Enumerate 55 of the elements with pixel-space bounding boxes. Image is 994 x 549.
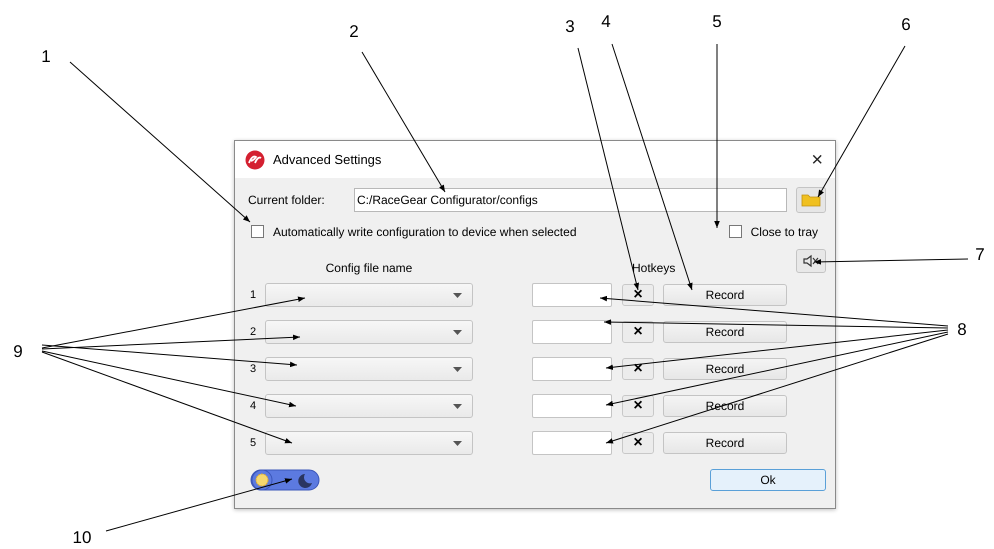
hotkey-field[interactable] (532, 394, 612, 418)
checkbox[interactable] (251, 225, 264, 238)
row-number: 3 (249, 363, 258, 375)
theme-toggle[interactable] (250, 469, 320, 491)
callout-number: 4 (601, 13, 611, 31)
row-number: 2 (249, 326, 258, 338)
row-number: 1 (249, 289, 258, 301)
callout-number: 9 (13, 343, 23, 361)
folder-field[interactable]: C:/RaceGear Configurator/configs (354, 188, 787, 212)
hotkey-field[interactable] (532, 320, 612, 344)
checkbox[interactable] (728, 225, 742, 238)
record-button[interactable]: Record (663, 284, 787, 306)
column-header: Hotkeys (632, 261, 676, 275)
config-dropdown[interactable] (265, 320, 473, 344)
clear-button[interactable]: × (622, 284, 654, 306)
record-button[interactable]: Record (663, 432, 787, 454)
record-button[interactable]: Record (663, 358, 787, 380)
callout-number: 1 (41, 48, 51, 66)
row-number: 5 (249, 437, 258, 449)
clear-button[interactable]: × (622, 432, 654, 454)
callout-number: 2 (349, 23, 359, 41)
checkbox-label: Automatically write configuration to device when selected (273, 224, 576, 238)
dropdown-caret-icon (453, 366, 462, 372)
callout-number: 5 (712, 13, 722, 31)
record-button[interactable]: Record (663, 321, 787, 343)
column-header: Config file name (324, 261, 414, 275)
checkbox-label: Close to tray (750, 224, 818, 238)
folder-label: Current folder: (248, 193, 326, 207)
callout-number: 6 (901, 16, 911, 34)
config-dropdown[interactable] (265, 283, 473, 307)
dropdown-caret-icon (453, 292, 462, 298)
muted-speaker-icon (802, 254, 820, 268)
clear-button[interactable]: × (622, 395, 654, 417)
config-dropdown[interactable] (265, 394, 473, 418)
dropdown-caret-icon (453, 440, 462, 446)
row-number: 4 (249, 400, 258, 412)
hotkey-field[interactable] (532, 357, 612, 381)
browse-folder-button[interactable] (796, 187, 826, 213)
ok-button[interactable]: Ok (710, 469, 826, 491)
dropdown-caret-icon (453, 404, 462, 408)
callout-number: 10 (72, 529, 92, 547)
hotkey-field[interactable] (532, 283, 612, 307)
config-dropdown[interactable] (265, 431, 473, 455)
dropdown-caret-icon (453, 330, 462, 334)
mute-button[interactable] (796, 249, 826, 273)
callout-number: 8 (957, 321, 967, 339)
clear-button[interactable]: × (622, 321, 654, 343)
callout-number: 3 (565, 18, 575, 36)
config-dropdown[interactable] (265, 357, 473, 381)
logo-icon (245, 150, 265, 170)
hotkey-field[interactable] (532, 431, 612, 455)
window-title: Advanced Settings (273, 152, 382, 167)
folder-icon (801, 193, 821, 207)
callout-number: 7 (975, 246, 985, 264)
close-button[interactable]: × (807, 150, 827, 170)
